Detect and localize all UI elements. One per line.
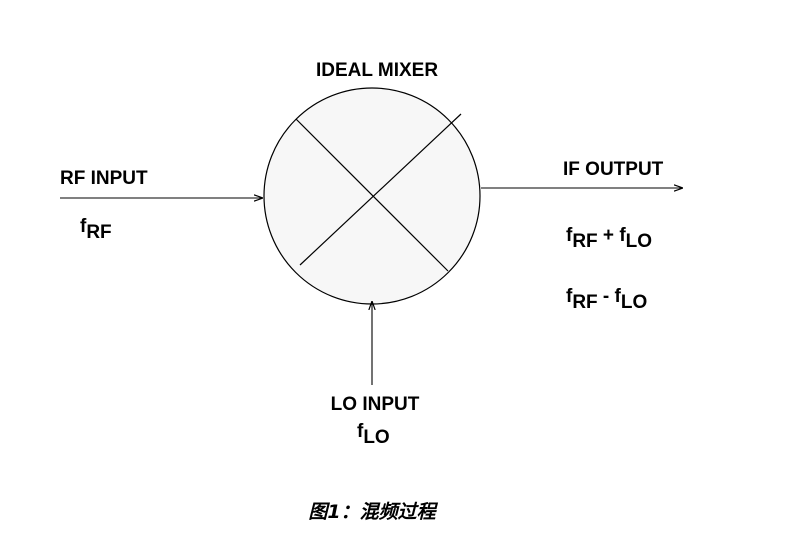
if-sum-frequency: fRF + fLO: [566, 225, 652, 252]
if-output-label: IF OUTPUT: [563, 159, 664, 180]
rf-input-label: RF INPUT: [60, 168, 148, 189]
mixer-diagram: IDEAL MIXER RF INPUT fRF IF OUTPUT fRF +…: [60, 60, 683, 523]
mixer-title: IDEAL MIXER: [316, 60, 438, 81]
mixer-circle: [263, 87, 481, 305]
figure-caption: 图1：混频过程: [308, 501, 438, 523]
lo-input-label: LO INPUT: [331, 394, 420, 415]
lo-frequency: fLO: [357, 421, 390, 448]
rf-frequency: fRF: [80, 216, 112, 243]
if-difference-frequency: fRF - fLO: [566, 286, 647, 313]
